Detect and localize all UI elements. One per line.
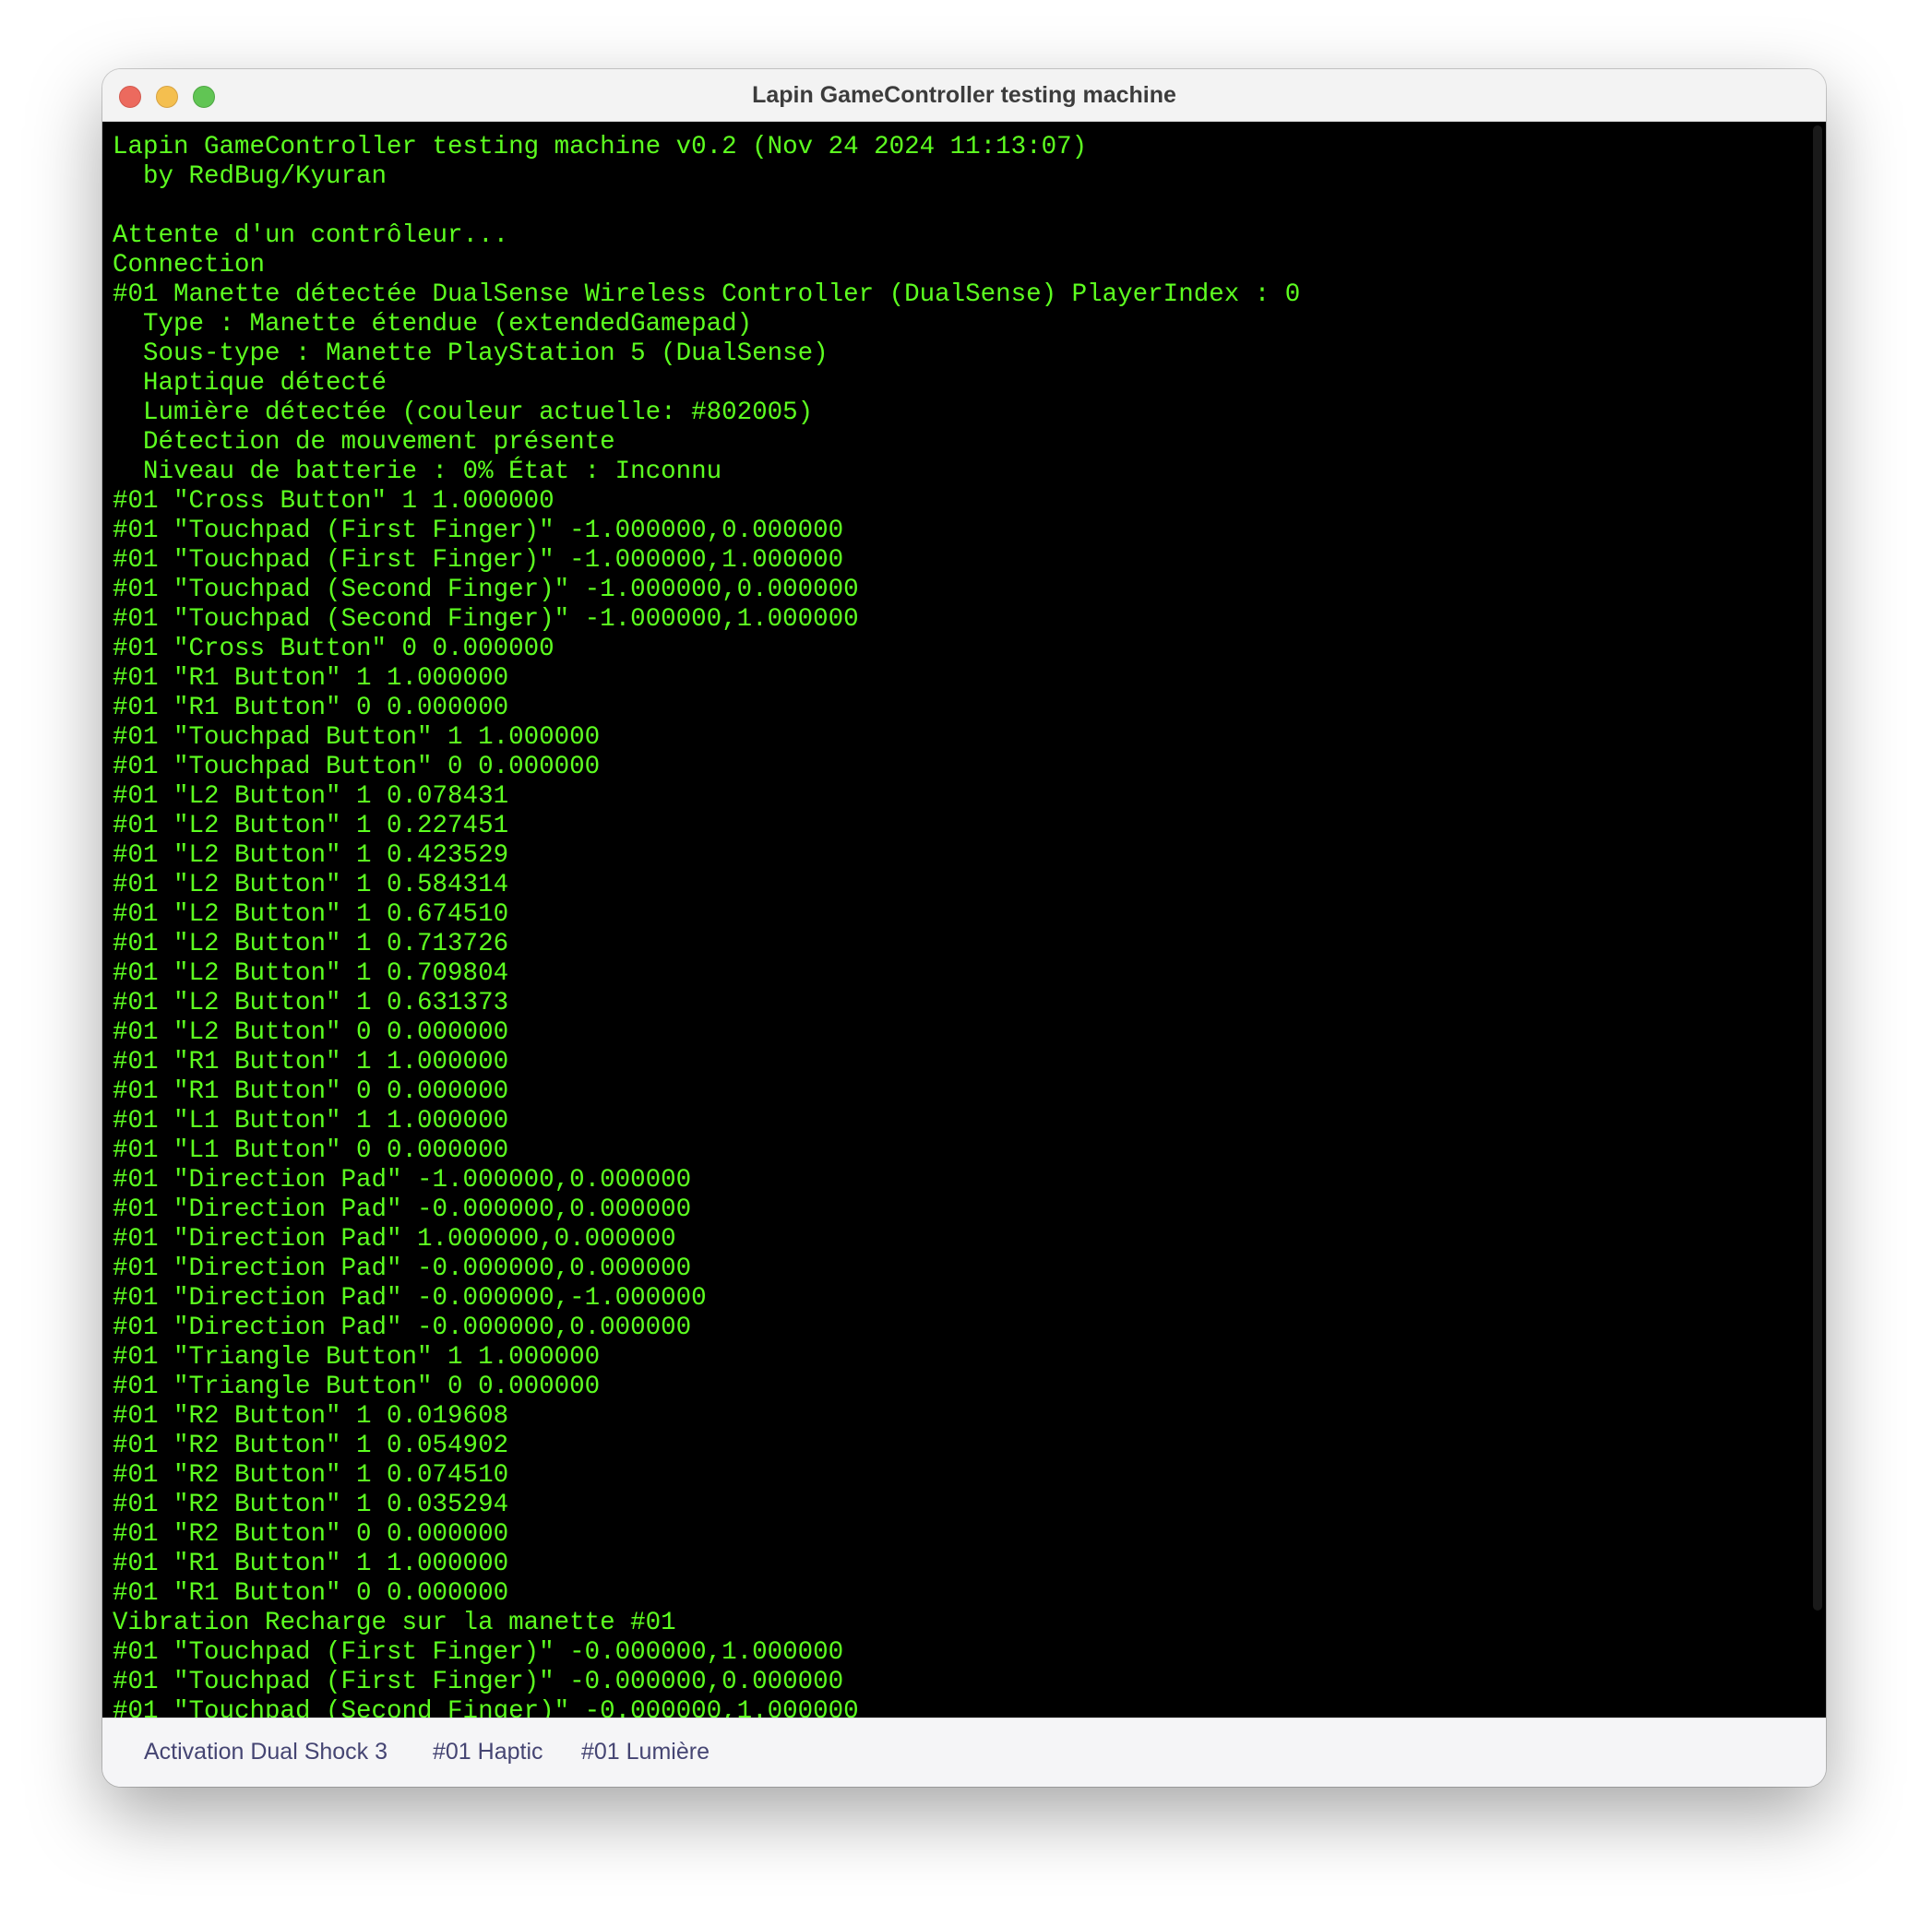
console-line: Attente d'un contrôleur...: [113, 221, 509, 250]
console-line: #01 "Touchpad (First Finger)" -0.000000,…: [113, 1638, 844, 1667]
app-window: Lapin GameController testing machine Lap…: [102, 69, 1826, 1787]
console-line: Sous-type : Manette PlayStation 5 (DualS…: [113, 339, 829, 368]
console-line: #01 "R2 Button" 1 0.019608: [113, 1402, 509, 1431]
console-line: #01 "Touchpad (Second Finger)" -0.000000…: [113, 1697, 859, 1718]
console-line: Connection: [113, 251, 266, 279]
console-line: #01 "L1 Button" 1 1.000000: [113, 1107, 509, 1135]
console-line: #01 "L2 Button" 1 0.709804: [113, 959, 509, 988]
title-bar[interactable]: Lapin GameController testing machine: [102, 69, 1826, 122]
console-line: #01 "R1 Button" 0 0.000000: [113, 1579, 509, 1608]
console-line: #01 "R2 Button" 1 0.074510: [113, 1461, 509, 1490]
console-line: #01 "R2 Button" 0 0.000000: [113, 1520, 509, 1549]
console-line: Lapin GameController testing machine v0.…: [113, 133, 1088, 161]
console-scrollbar[interactable]: [1813, 125, 1822, 1611]
console-line: #01 "Triangle Button" 0 0.000000: [113, 1373, 601, 1401]
console-line: #01 "R1 Button" 0 0.000000: [113, 694, 509, 722]
console-line: #01 "Cross Button" 0 0.000000: [113, 635, 555, 663]
console-line: #01 "L2 Button" 1 0.078431: [113, 782, 509, 811]
console-line: #01 "Direction Pad" -0.000000,0.000000: [113, 1314, 692, 1342]
console-line: #01 "L2 Button" 1 0.584314: [113, 871, 509, 899]
console-line: #01 "Touchpad (Second Finger)" -1.000000…: [113, 605, 859, 634]
console-line: #01 "Touchpad Button" 0 0.000000: [113, 753, 601, 781]
console-line: #01 "L2 Button" 1 0.713726: [113, 930, 509, 958]
console-line: #01 "L1 Button" 0 0.000000: [113, 1136, 509, 1165]
console-line: #01 "R1 Button" 0 0.000000: [113, 1077, 509, 1106]
console-line: #01 "Direction Pad" -0.000000,-1.000000: [113, 1284, 707, 1313]
bottom-toolbar: Activation Dual Shock 3 #01 Haptic #01 L…: [102, 1718, 1826, 1787]
console-log: Lapin GameController testing machine v0.…: [113, 133, 1300, 1718]
console-line: #01 "L2 Button" 1 0.631373: [113, 989, 509, 1017]
console-line: #01 "Touchpad (First Finger)" -1.000000,…: [113, 546, 844, 575]
console-line: #01 "Direction Pad" -0.000000,0.000000: [113, 1254, 692, 1283]
console-line: #01 "L2 Button" 0 0.000000: [113, 1018, 509, 1047]
console-line: #01 "R2 Button" 1 0.035294: [113, 1491, 509, 1519]
console-line: #01 "Direction Pad" 1.000000,0.000000: [113, 1225, 676, 1254]
console-line: #01 "L2 Button" 1 0.674510: [113, 900, 509, 929]
console-line: #01 Manette détectée DualSense Wireless …: [113, 280, 1301, 309]
console-line: #01 "L2 Button" 1 0.227451: [113, 812, 509, 840]
light-button[interactable]: #01 Lumière: [581, 1718, 710, 1787]
console-line: by RedBug/Kyuran: [113, 162, 388, 191]
console-line: #01 "R1 Button" 1 1.000000: [113, 1048, 509, 1076]
activate-dualshock3-button[interactable]: Activation Dual Shock 3: [144, 1718, 388, 1787]
console-line: Détection de mouvement présente: [113, 428, 615, 457]
console-line: Vibration Recharge sur la manette #01: [113, 1609, 676, 1637]
console-line: Type : Manette étendue (extendedGamepad): [113, 310, 753, 339]
console-line: #01 "L2 Button" 1 0.423529: [113, 841, 509, 870]
console-line: Niveau de batterie : 0% État : Inconnu: [113, 458, 722, 486]
console-line: #01 "Touchpad Button" 1 1.000000: [113, 723, 601, 752]
console-line: #01 "Direction Pad" -1.000000,0.000000: [113, 1166, 692, 1195]
console-line: #01 "Direction Pad" -0.000000,0.000000: [113, 1195, 692, 1224]
console-line: #01 "R1 Button" 1 1.000000: [113, 1550, 509, 1578]
console-line: #01 "R2 Button" 1 0.054902: [113, 1432, 509, 1460]
window-title: Lapin GameController testing machine: [752, 82, 1176, 108]
console-line: Haptique détecté: [113, 369, 388, 398]
console-line: Lumière détectée (couleur actuelle: #802…: [113, 398, 814, 427]
console-line: #01 "Touchpad (First Finger)" -1.000000,…: [113, 517, 844, 545]
console-output[interactable]: Lapin GameController testing machine v0.…: [102, 122, 1826, 1718]
console-line: #01 "Touchpad (Second Finger)" -1.000000…: [113, 576, 859, 604]
console-line: #01 "Cross Button" 1 1.000000: [113, 487, 555, 516]
console-line: #01 "Triangle Button" 1 1.000000: [113, 1343, 601, 1372]
console-line: #01 "Touchpad (First Finger)" -0.000000,…: [113, 1668, 844, 1696]
console-line: #01 "R1 Button" 1 1.000000: [113, 664, 509, 693]
haptic-button[interactable]: #01 Haptic: [433, 1718, 543, 1787]
